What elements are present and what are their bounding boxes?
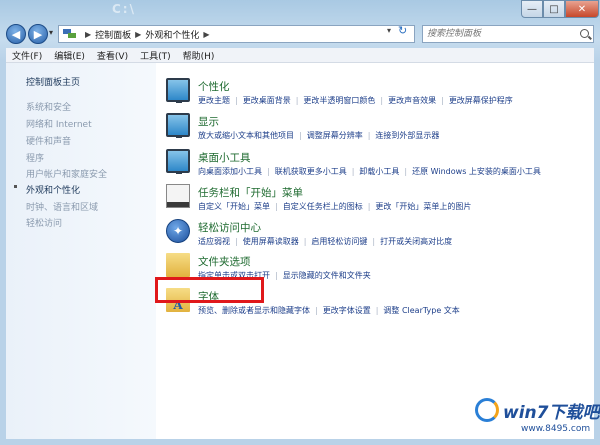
address-bar[interactable]: ▶ 控制面板 ▶ 外观和个性化 ▶ bbox=[58, 25, 415, 43]
sidebar-item-appearance[interactable]: 外观和个性化 bbox=[26, 183, 80, 196]
history-dropdown-icon[interactable]: ▾ bbox=[49, 28, 53, 37]
category-title-personalization[interactable]: 个性化 bbox=[198, 79, 230, 94]
sidebar-item-clock-language[interactable]: 时钟、语言和区域 bbox=[26, 200, 98, 213]
link-uninstall-gadget[interactable]: 卸载小工具 bbox=[359, 167, 399, 176]
refresh-icon[interactable]: ↻ bbox=[398, 24, 407, 37]
category-title-taskbar[interactable]: 任务栏和「开始」菜单 bbox=[198, 185, 303, 200]
ease-of-access-icon[interactable]: ✦ bbox=[166, 219, 190, 243]
address-dropdown-icon[interactable]: ▾ bbox=[387, 26, 391, 35]
link-font-settings[interactable]: 更改字体设置 bbox=[323, 306, 371, 315]
link-resolution[interactable]: 调整屏幕分辨率 bbox=[307, 131, 363, 140]
category-links-personalization: 更改主题 | 更改桌面背景 | 更改半透明窗口颜色 | 更改声音效果 | 更改屏幕保护程序 bbox=[198, 96, 513, 105]
link-restore-gadgets[interactable]: 还原 Windows 上安装的桌面小工具 bbox=[412, 167, 541, 176]
sidebar-item-user-accounts[interactable]: 用户帐户和家庭安全 bbox=[26, 167, 107, 180]
link-ease-keys[interactable]: 启用轻松访问键 bbox=[311, 237, 367, 246]
sidebar-item-ease-of-access[interactable]: 轻松访问 bbox=[26, 216, 62, 229]
forward-button[interactable]: ▶ bbox=[28, 24, 48, 44]
menu-file[interactable]: 文件(F) bbox=[6, 49, 48, 62]
control-panel-icon bbox=[63, 28, 79, 40]
link-external-display[interactable]: 连接到外部显示器 bbox=[375, 131, 439, 140]
breadcrumb-arrow-icon[interactable]: ▶ bbox=[131, 30, 145, 39]
sidebar-item-system-security[interactable]: 系统和安全 bbox=[26, 100, 71, 113]
sidebar-item-network[interactable]: 网络和 Internet bbox=[26, 117, 92, 130]
minimize-button[interactable]: — bbox=[521, 0, 543, 18]
taskbar-icon[interactable] bbox=[166, 184, 190, 208]
search-icon[interactable] bbox=[580, 29, 589, 38]
category-links-gadgets: 向桌面添加小工具 | 联机获取更多小工具 | 卸载小工具 | 还原 Windows 上安装的… bbox=[198, 167, 541, 176]
watermark-url: www.8495.com bbox=[521, 424, 591, 434]
link-sound-effects[interactable]: 更改声音效果 bbox=[388, 96, 436, 105]
category-links-taskbar: 自定义「开始」菜单 | 自定义任务栏上的图标 | 更改「开始」菜单上的图片 bbox=[198, 202, 472, 211]
category-title-display[interactable]: 显示 bbox=[198, 114, 219, 129]
menu-view[interactable]: 查看(V) bbox=[91, 49, 134, 62]
menu-edit[interactable]: 编辑(E) bbox=[48, 49, 91, 62]
back-button[interactable]: ◀ bbox=[6, 24, 26, 44]
link-add-gadgets[interactable]: 向桌面添加小工具 bbox=[198, 167, 262, 176]
link-taskbar-icons[interactable]: 自定义任务栏上的图标 bbox=[283, 202, 363, 211]
category-links-display: 放大或缩小文本和其他项目 | 调整屏幕分辨率 | 连接到外部显示器 bbox=[198, 131, 440, 140]
personalization-icon[interactable] bbox=[166, 78, 190, 103]
title-ghost-text: C:\ bbox=[112, 2, 136, 16]
link-change-theme[interactable]: 更改主题 bbox=[198, 96, 230, 105]
category-title-gadgets[interactable]: 桌面小工具 bbox=[198, 150, 251, 165]
menu-bar: 文件(F) 编辑(E) 查看(V) 工具(T) 帮助(H) bbox=[6, 48, 594, 63]
link-low-vision[interactable]: 适应弱视 bbox=[198, 237, 230, 246]
sidebar: 控制面板主页 系统和安全 网络和 Internet 硬件和声音 程序 用户帐户和… bbox=[6, 63, 156, 439]
link-text-size[interactable]: 放大或缩小文本和其他项目 bbox=[198, 131, 294, 140]
breadcrumb-control-panel[interactable]: 控制面板 bbox=[95, 28, 131, 41]
sidebar-item-hardware-sound[interactable]: 硬件和声音 bbox=[26, 134, 71, 147]
gadgets-icon[interactable] bbox=[166, 149, 190, 174]
link-customize-start[interactable]: 自定义「开始」菜单 bbox=[198, 202, 270, 211]
breadcrumb-arrow-icon[interactable]: ▶ bbox=[199, 30, 213, 39]
display-icon[interactable] bbox=[166, 113, 190, 138]
search-box[interactable] bbox=[422, 25, 594, 43]
maximize-button[interactable]: □ bbox=[543, 0, 565, 18]
current-item-bullet-icon bbox=[14, 185, 17, 188]
link-screen-reader[interactable]: 使用屏幕读取器 bbox=[243, 237, 299, 246]
window-frame: C:\ — □ ✕ ◀ ▶ ▾ ▶ 控制面板 ▶ 外观和个性化 ▶ ▾ ↻ 文件… bbox=[0, 0, 600, 445]
category-title-folder-options[interactable]: 文件夹选项 bbox=[198, 254, 251, 269]
link-change-background[interactable]: 更改桌面背景 bbox=[243, 96, 291, 105]
link-screensaver[interactable]: 更改屏幕保护程序 bbox=[449, 96, 513, 105]
category-title-ease-of-access[interactable]: 轻松访问中心 bbox=[198, 220, 261, 235]
content-area: 控制面板主页 系统和安全 网络和 Internet 硬件和声音 程序 用户帐户和… bbox=[6, 63, 594, 439]
folder-options-icon[interactable] bbox=[166, 253, 190, 277]
watermark-brand: win7下载吧 bbox=[503, 403, 600, 423]
sidebar-item-home[interactable]: 控制面板主页 bbox=[26, 75, 80, 88]
watermark-logo-icon bbox=[475, 398, 499, 422]
breadcrumb-appearance[interactable]: 外观和个性化 bbox=[145, 28, 199, 41]
link-window-color[interactable]: 更改半透明窗口颜色 bbox=[303, 96, 375, 105]
menu-help[interactable]: 帮助(H) bbox=[177, 49, 221, 62]
fonts-highlight-box bbox=[155, 277, 264, 303]
breadcrumb-arrow-icon[interactable]: ▶ bbox=[81, 30, 95, 39]
title-bar[interactable]: C:\ — □ ✕ bbox=[0, 0, 600, 22]
link-start-picture[interactable]: 更改「开始」菜单上的图片 bbox=[375, 202, 471, 211]
site-watermark: win7下载吧 www.8495.com bbox=[471, 392, 600, 442]
close-button[interactable]: ✕ bbox=[565, 0, 599, 18]
category-links-ease-of-access: 适应弱视 | 使用屏幕读取器 | 启用轻松访问键 | 打开或关闭高对比度 bbox=[198, 237, 453, 246]
navigation-row: ◀ ▶ ▾ ▶ 控制面板 ▶ 外观和个性化 ▶ ▾ ↻ bbox=[0, 22, 600, 46]
link-get-gadgets-online[interactable]: 联机获取更多小工具 bbox=[275, 167, 347, 176]
link-preview-fonts[interactable]: 预览、删除或者显示和隐藏字体 bbox=[198, 306, 310, 315]
sidebar-item-programs[interactable]: 程序 bbox=[26, 151, 44, 164]
link-high-contrast[interactable]: 打开或关闭高对比度 bbox=[380, 237, 452, 246]
menu-tools[interactable]: 工具(T) bbox=[134, 49, 177, 62]
search-input[interactable] bbox=[423, 26, 573, 42]
link-cleartype[interactable]: 调整 ClearType 文本 bbox=[383, 306, 459, 315]
link-show-hidden-files[interactable]: 显示隐藏的文件和文件夹 bbox=[283, 271, 371, 280]
category-links-fonts: 预览、删除或者显示和隐藏字体 | 更改字体设置 | 调整 ClearType 文本 bbox=[198, 306, 460, 315]
